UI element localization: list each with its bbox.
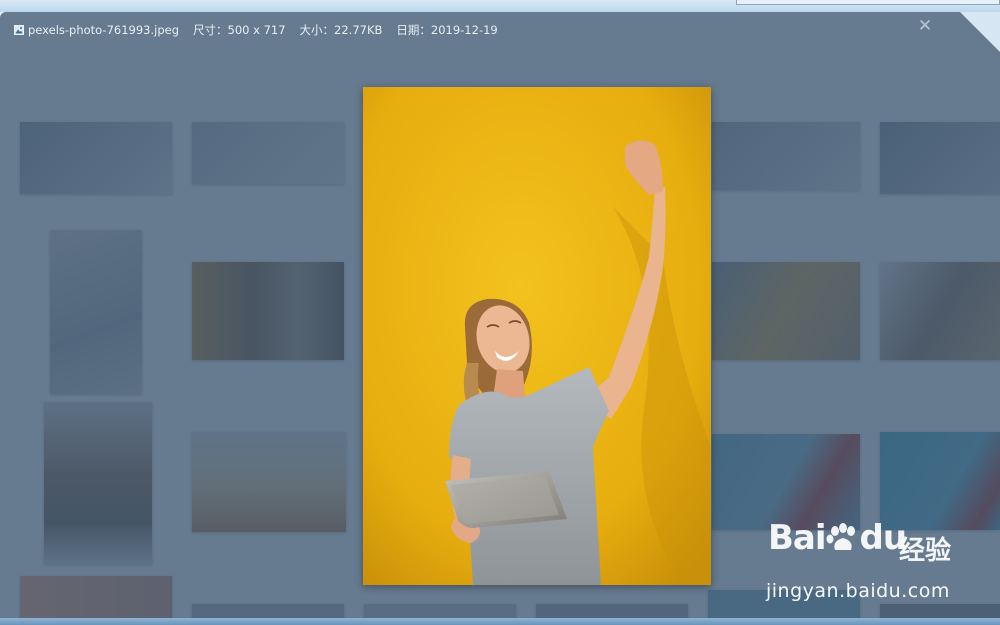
file-name: pexels-photo-761993.jpeg [28,23,179,37]
window-bottom-bar [0,618,1000,625]
file-size: 大小：22.77KB [299,23,383,37]
close-button[interactable]: ✕ [916,17,934,35]
image-file-icon [14,25,24,35]
window-top-strip [0,0,1000,12]
watermark-brand-cn: 经验 [899,536,952,566]
window-tab[interactable] [736,0,1000,5]
watermark-brand: Bai du [768,518,907,558]
preview-photo-illustration [363,87,711,585]
image-info-bar: pexels-photo-761993.jpeg 尺寸：500 x 717 大小… [14,22,498,38]
image-dimensions: 尺寸：500 x 717 [193,23,286,37]
file-date: 日期：2019-12-19 [396,23,498,37]
image-viewer-screen: pexels-photo-761993.jpeg 尺寸：500 x 717 大小… [0,0,1000,625]
preview-image[interactable] [363,87,711,585]
overlay-corner-fold [960,12,1000,52]
baidu-watermark-logo: Bai du 经验 jingyan.baidu.com [764,518,964,608]
watermark-site: jingyan.baidu.com [766,580,950,602]
close-icon: ✕ [917,16,933,36]
paw-icon [826,523,855,550]
